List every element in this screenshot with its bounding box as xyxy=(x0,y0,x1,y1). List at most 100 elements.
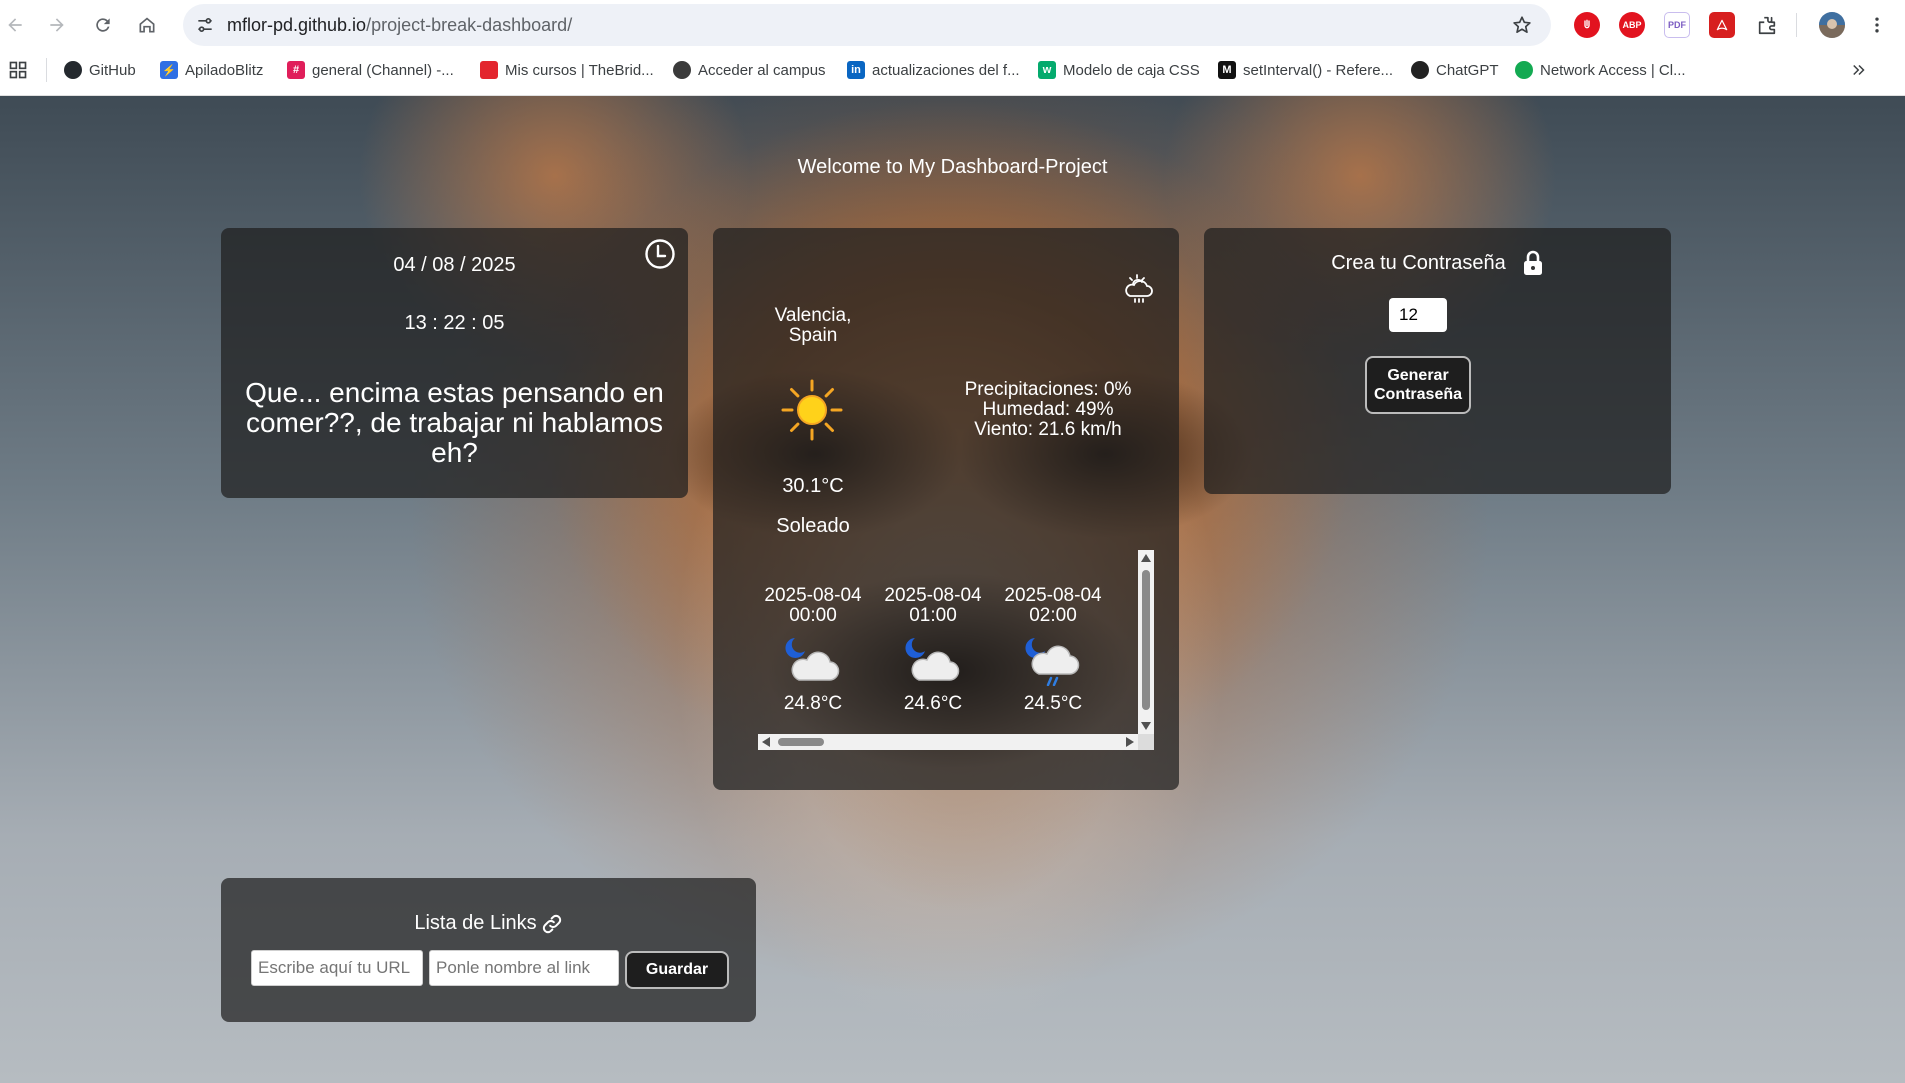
bookmark-label: Acceder al campus xyxy=(698,61,826,79)
bookmark-mdn[interactable]: MsetInterval() - Refere... xyxy=(1218,50,1393,90)
forecast-item: 2025-08-04 02:00 24.5°C xyxy=(998,586,1108,714)
bookmarks-overflow-button[interactable] xyxy=(1850,50,1868,90)
bookmark-campus[interactable]: Acceder al campus xyxy=(673,50,826,90)
night-cloud-icon xyxy=(905,638,960,681)
arrow-right-icon xyxy=(50,18,64,32)
bookmark-label: Mis cursos | TheBrid... xyxy=(505,61,654,79)
forecast-date: 2025-08-04 xyxy=(1004,585,1102,606)
weather-humidity: Humedad: 49% xyxy=(982,399,1114,420)
url-text[interactable]: mflor-pd.github.io/project-break-dashboa… xyxy=(227,15,572,36)
welcome-heading: Welcome to My Dashboard-Project xyxy=(797,156,1108,178)
bookmark-label: ApiladoBlitz xyxy=(185,61,264,79)
forecast-temp: 24.5°C xyxy=(1023,693,1083,714)
campus-icon xyxy=(673,61,691,79)
scroll-right-arrow[interactable] xyxy=(1126,737,1134,747)
password-length-input[interactable] xyxy=(1389,298,1447,332)
slack-icon: # xyxy=(287,61,305,79)
scrollbar-corner xyxy=(1138,734,1154,750)
bookmark-star-icon[interactable] xyxy=(1511,14,1533,36)
bookmark-apiladoblitz[interactable]: ⚡ ApiladoBlitz xyxy=(160,50,263,90)
browser-toolbar: mflor-pd.github.io/project-break-dashboa… xyxy=(0,0,1905,50)
weather-temperature: 30.1°C xyxy=(782,475,844,497)
chevron-double-right-icon xyxy=(1853,64,1865,76)
abp-icon[interactable]: ABP xyxy=(1619,12,1645,38)
link-url-input[interactable] xyxy=(251,950,423,986)
adblock-icon[interactable] xyxy=(1574,12,1600,38)
weather-precipitation: Precipitaciones: 0% xyxy=(964,379,1132,400)
link-name-input[interactable] xyxy=(429,950,619,986)
home-button[interactable] xyxy=(132,10,162,40)
sun-icon xyxy=(781,379,843,441)
back-button[interactable] xyxy=(0,10,30,40)
toolbar-divider xyxy=(1796,13,1797,37)
profile-avatar[interactable] xyxy=(1819,12,1845,38)
password-title: Crea tu Contraseña xyxy=(1204,250,1671,276)
site-settings-icon[interactable] xyxy=(195,15,215,35)
hourly-forecast-list: 2025-08-04 00:00 24.8°C 2025-08-04 01:00 xyxy=(758,550,1138,734)
lightning-icon: ⚡ xyxy=(160,61,178,79)
bookmark-label: actualizaciones del f... xyxy=(872,61,1020,79)
extensions-icon[interactable] xyxy=(1754,12,1780,38)
pdf-label: PDF xyxy=(1668,20,1686,30)
scroll-thumb[interactable] xyxy=(778,738,824,746)
reload-icon xyxy=(96,18,110,32)
bookmark-w3schools[interactable]: w Modelo de caja CSS xyxy=(1038,50,1200,90)
scroll-down-arrow[interactable] xyxy=(1141,722,1151,730)
save-link-button[interactable]: Guardar xyxy=(625,951,729,989)
bookmark-slack-general[interactable]: # general (Channel) -... xyxy=(287,50,454,90)
apps-grid-button[interactable] xyxy=(8,50,28,90)
mdn-icon: M xyxy=(1218,61,1236,79)
bookmark-label: ChatGPT xyxy=(1436,61,1499,79)
password-generator-card: Crea tu Contraseña Generar Contraseña xyxy=(1204,228,1671,494)
bookmark-github[interactable]: GitHub xyxy=(64,50,136,90)
weather-city: Valencia, Spain xyxy=(774,305,852,346)
forecast-date: 2025-08-04 xyxy=(884,585,982,606)
bookmark-label: GitHub xyxy=(89,61,136,79)
cloud-sun-rain-icon xyxy=(1125,274,1153,303)
hourly-forecast-scroll[interactable]: 2025-08-04 00:00 24.8°C 2025-08-04 01:00 xyxy=(758,550,1154,750)
menu-kebab-icon[interactable] xyxy=(1864,12,1890,38)
scroll-left-arrow[interactable] xyxy=(762,737,770,747)
address-bar[interactable]: mflor-pd.github.io/project-break-dashboa… xyxy=(183,4,1551,46)
w3schools-icon: w xyxy=(1038,61,1056,79)
motivational-phrase: Que... encima estas pensando en comer??,… xyxy=(245,377,664,468)
pdf-icon[interactable]: PDF xyxy=(1664,12,1690,38)
current-time: 13 : 22 : 05 xyxy=(404,312,505,334)
forecast-vertical-scrollbar[interactable] xyxy=(1138,550,1154,734)
bookmarks-bar: GitHub ⚡ ApiladoBlitz # general (Channel) … xyxy=(0,50,1905,96)
bookmark-thebridge[interactable]: Mis cursos | TheBrid... xyxy=(480,50,654,90)
bookmark-label: Network Access | Cl... xyxy=(1540,61,1686,79)
links-title: Lista de Links xyxy=(221,912,756,935)
home-icon xyxy=(139,17,155,33)
abp-label: ABP xyxy=(1622,20,1642,30)
weather-condition: Soleado xyxy=(776,515,850,537)
links-card: Lista de Links Guardar xyxy=(221,878,756,1022)
forecast-item: 2025-08-04 00:00 24.8°C xyxy=(758,586,868,714)
url-path: /project-break-dashboard/ xyxy=(366,15,573,35)
mongodb-icon xyxy=(1515,61,1533,79)
forecast-item: 2025-08-04 01:00 24.6°C xyxy=(878,586,988,714)
linkedin-icon: in xyxy=(847,61,865,79)
reload-button[interactable] xyxy=(88,10,118,40)
scroll-up-arrow[interactable] xyxy=(1141,554,1151,562)
acrobat-icon[interactable] xyxy=(1709,12,1735,38)
weather-wind: Viento: 21.6 km/h xyxy=(974,419,1122,440)
github-icon xyxy=(64,61,82,79)
clock-card: 04 / 08 / 2025 13 : 22 : 05 Que... encim… xyxy=(221,228,688,498)
forward-button[interactable] xyxy=(42,10,72,40)
bookmark-chatgpt[interactable]: ChatGPT xyxy=(1411,50,1499,90)
dashboard-page: Welcome to My Dashboard-Project 04 / 08 … xyxy=(0,96,1905,1083)
bookmarks-divider xyxy=(46,58,47,82)
bookmark-label: general (Channel) -... xyxy=(312,61,454,79)
lock-icon xyxy=(1523,250,1542,275)
arrow-left-icon xyxy=(8,18,22,32)
forecast-date: 2025-08-04 xyxy=(764,585,862,606)
chatgpt-icon xyxy=(1411,61,1429,79)
forecast-horizontal-scrollbar[interactable] xyxy=(758,734,1138,750)
bookmark-mongodb[interactable]: Network Access | Cl... xyxy=(1515,50,1686,90)
url-host: mflor-pd.github.io xyxy=(227,15,367,35)
link-icon xyxy=(542,914,561,933)
scroll-thumb[interactable] xyxy=(1142,570,1150,710)
bookmark-linkedin[interactable]: in actualizaciones del f... xyxy=(847,50,1020,90)
generate-password-button[interactable]: Generar Contraseña xyxy=(1365,356,1471,414)
